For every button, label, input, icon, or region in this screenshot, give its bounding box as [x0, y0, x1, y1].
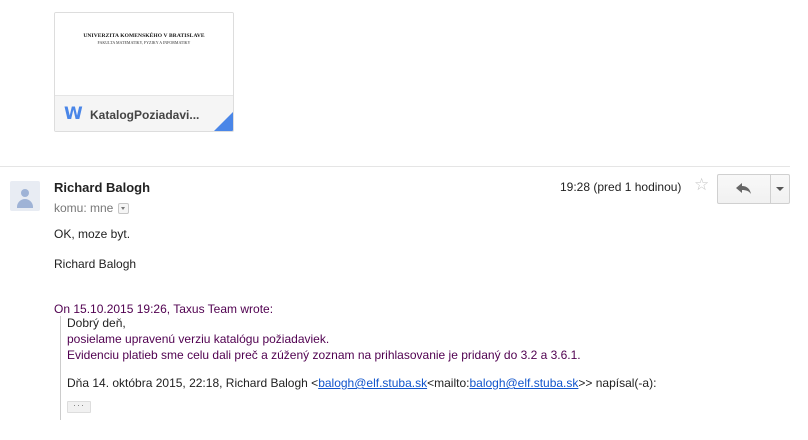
message-timestamp: 19:28 (pred 1 hodinou)	[560, 180, 682, 194]
attachment-footer[interactable]: W KatalogPoziadavi...	[55, 95, 233, 131]
attribution-middle: <mailto:	[427, 376, 470, 390]
avatar-body-shape	[17, 199, 33, 208]
message-body-line: OK, moze byt.	[54, 227, 131, 241]
reply-button-group	[717, 174, 790, 204]
quote-header: On 15.10.2015 19:26, Taxus Team wrote:	[54, 302, 274, 316]
quote-line-3: Evidenciu platieb sme celu dali preč a z…	[67, 348, 581, 362]
preview-faculty-line: FAKULTA MATEMATIKY, FYZIKY A INFORMATIKY	[97, 40, 191, 45]
recipient-line: komu: mne	[54, 201, 130, 215]
attribution-suffix: >> napísal(-a):	[578, 376, 657, 390]
preview-university-line: UNIVERZITA KOMENSKÉHO V BRATISLAVE	[83, 33, 205, 39]
attachment-filename[interactable]: KatalogPoziadavi...	[90, 108, 199, 122]
message-divider	[0, 166, 790, 167]
avatar[interactable]	[10, 181, 40, 211]
reply-button[interactable]	[718, 175, 771, 203]
avatar-head-shape	[21, 189, 29, 197]
sender-name[interactable]: Richard Balogh	[54, 180, 150, 195]
star-icon[interactable]: ☆	[694, 176, 709, 194]
corner-fold-icon	[213, 112, 233, 131]
attribution-prefix: Dňa 14. októbra 2015, 22:18, Richard Bal…	[67, 376, 319, 390]
attachment-preview[interactable]: UNIVERZITA KOMENSKÉHO V BRATISLAVE FAKUL…	[55, 13, 233, 95]
show-details-dropdown-icon[interactable]	[118, 202, 130, 214]
more-options-dropdown-button[interactable]	[771, 175, 789, 203]
show-trimmed-content-button[interactable]: ···	[67, 401, 91, 413]
quoted-text-block: Dobrý deň, posielame upravenú verziu kat…	[60, 316, 741, 420]
recipient-label: komu: mne	[54, 201, 114, 215]
mailto-email-link[interactable]: balogh@elf.stuba.sk	[469, 376, 578, 390]
email-link[interactable]: balogh@elf.stuba.sk	[318, 376, 427, 390]
quote-line-2: posielame upravenú verziu katalógu požia…	[67, 332, 330, 346]
word-document-icon: W	[64, 104, 83, 124]
quote-line-greeting: Dobrý deň,	[67, 316, 126, 330]
reply-arrow-icon	[736, 183, 751, 194]
attachment-card[interactable]: UNIVERZITA KOMENSKÉHO V BRATISLAVE FAKUL…	[54, 12, 234, 132]
message-signature: Richard Balogh	[54, 257, 137, 271]
quote-attribution: Dňa 14. októbra 2015, 22:18, Richard Bal…	[67, 376, 656, 390]
